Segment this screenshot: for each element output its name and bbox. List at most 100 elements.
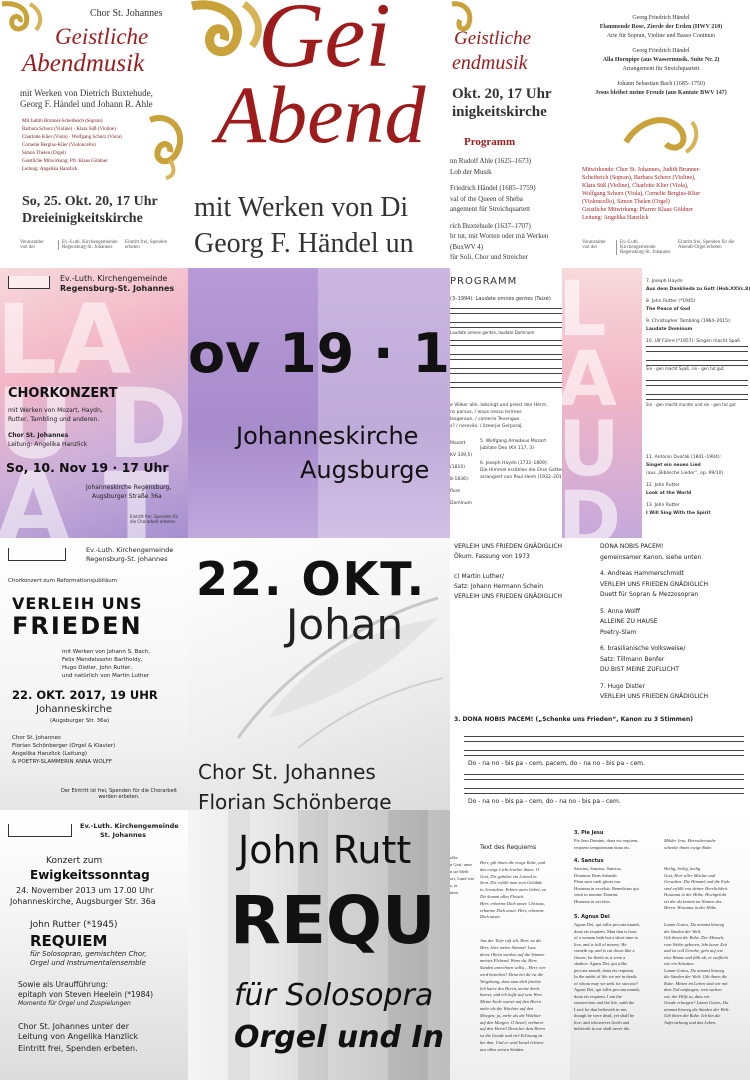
text-line: erbarme Dich unser. Herr, erbarme bbox=[480, 907, 544, 913]
text-line: Aus der Tiefe ruft ich, Herr, zu dir. bbox=[480, 938, 542, 943]
text-line: bei ihm. Und er wird Israel erlösen bbox=[480, 1039, 544, 1045]
poster-tile-program-zoom[interactable]: Geistliche endmusik Okt. 20, 17 Uhr inig… bbox=[450, 0, 570, 268]
venue-text: Johanneskirche bbox=[36, 704, 113, 715]
text-line: Gib ihnen die Ruhe. Der Mensch, bbox=[664, 935, 725, 940]
program-item: arrangiert von Paul Heim (1932–2016) bbox=[480, 475, 562, 480]
date-text: Okt. 20, 17 Uhr bbox=[452, 86, 552, 102]
choir-line-2: Leitung von Angelika Hanzlick bbox=[18, 1032, 139, 1041]
background-shape bbox=[318, 268, 450, 538]
poster-tile-requiem-latin[interactable]: 3. Pie Jesu Pie Jesu Domine, dona eis re… bbox=[570, 810, 750, 1080]
section-heading: 4. Sanctus bbox=[574, 858, 604, 864]
program-item: val of the Queen of Sheba bbox=[450, 194, 523, 203]
poster-tile-frieden-zoom[interactable]: 22. OKT. Johan Chor St. Johannes Florian… bbox=[188, 538, 450, 810]
text-line: Gewalten. Die Himmel und die Erde bbox=[664, 879, 730, 884]
person-line: Florian Schönberger (Orgel & Klavier) bbox=[12, 743, 116, 749]
text-line: meines Flehens! Wenn du, Herr, bbox=[480, 958, 538, 964]
fragment-line: n Gott, unse bbox=[450, 862, 472, 867]
program-items-2: 11. Antonín Dvořák (1841–1904): Singet ei… bbox=[646, 454, 723, 518]
text-line: Lamm Gottes, Du nimmst hinweg bbox=[664, 922, 725, 927]
footer-org: Ev.-Luth. Kirchengemeinde Regensburg-St.… bbox=[616, 240, 674, 255]
program-item: Mozart bbox=[450, 441, 466, 446]
performer-line: Simon Thelen (Orgel) bbox=[22, 151, 66, 156]
poster-tile-verleih-uns-frieden[interactable]: Ev.-Luth. Kirchengemeinde Regensburg-St.… bbox=[0, 538, 188, 810]
title-line-1: Geistliche bbox=[55, 24, 149, 49]
works-line: Georg F. Händel und Johann R. Ahle bbox=[20, 99, 153, 109]
left-items: Mozart KV 339,5) (1810) 8-1836): flore Dominu… bbox=[450, 438, 472, 510]
title-line-1: Geistliche bbox=[454, 28, 532, 49]
program-item: Jubilate Deo (KV 117, 3) bbox=[480, 446, 534, 451]
poster-tile-requiem[interactable]: Ev.-Luth. Kirchengemeinde St. Johannes K… bbox=[0, 810, 188, 1080]
subtitle: Chorkonzert zum Reformationsjubiläum bbox=[8, 578, 118, 584]
text-line: Milder Jesu, Herrscherstuhe bbox=[664, 838, 716, 843]
german-text-2: Heilig, heilig, heilig Gott, Herr aller M… bbox=[664, 866, 730, 912]
poster-tile-zoom-abendmusik[interactable]: Gei Abend mit Werken von Di Georg F. Hän… bbox=[188, 0, 450, 268]
program-heading: PROGRAMM bbox=[450, 276, 518, 287]
poster-tile-dona-nobis-pacem[interactable]: VERLEIH UNS FRIEDEN GNÄDIGLICH Ökum. Fass… bbox=[450, 538, 750, 810]
works-text: mit Werken von Johann S. Bach, Felix Mend… bbox=[62, 648, 150, 680]
epitaph-text: epitaph von Steven Heelein (*1984) bbox=[18, 990, 154, 999]
text-line: Agnus Dei, qui tollis peccata mundi, bbox=[574, 987, 640, 992]
program-line: Johann Sebastian Bach (1685–1750) bbox=[617, 81, 705, 87]
lyric-line-2: Sin - gen macht munter und sin - gen tut… bbox=[646, 402, 736, 407]
poster-tile-requiem-zoom[interactable]: John Rutt REQU für Solosopra Orgel und I… bbox=[188, 810, 450, 1080]
lyric-line-1: Sin - gen macht Spaß, sin - gen tut gut, bbox=[646, 366, 725, 371]
venue-line-1: Johanneskirche bbox=[236, 422, 419, 450]
program-line: gemeinsamer Kanon, siehe unten bbox=[600, 553, 702, 561]
program-item: (BuxWV 4) bbox=[450, 242, 484, 251]
text-line: Hosanna in excelsis. bbox=[574, 898, 611, 904]
venue-line-1: Johanneskirche Regensburg, bbox=[86, 484, 172, 491]
church-icon bbox=[8, 276, 50, 289]
program-line: Alla Hornpipe (aus Wassermusik, Suite Nr… bbox=[602, 57, 720, 63]
date-text: So, 10. Nov 19 · 17 Uhr bbox=[6, 460, 169, 475]
poster-tile-requiem-text[interactable]: olks n Gott, unse n sie bleib ort, Land wie… bbox=[450, 810, 570, 1080]
mitwirkende-text: Mitwirkende: Chor St. Johannes, Judith B… bbox=[582, 166, 700, 222]
text-line: Dir kommt alles Fleisch. bbox=[480, 893, 525, 899]
lyric-line-2: Do - na no - bis pa - cem, do - na no - … bbox=[468, 798, 621, 805]
program-items-1: 7. Joseph Haydn Aus dem Danklieda zu Gott… bbox=[646, 278, 750, 346]
program-line: Satz: Johann Hermann Schein bbox=[454, 583, 544, 590]
org-line-2: Regensburg-St. Johannes bbox=[86, 555, 168, 563]
performer-line: Cornelie Bergius-Klier (Violoncello) bbox=[22, 143, 96, 148]
footer-org: Ev.-Luth. Kirchengemeinde Regensburg-St.… bbox=[58, 240, 118, 250]
church-icon bbox=[8, 548, 66, 561]
work-title: REQUIEM bbox=[30, 932, 108, 950]
date-text: 24. November 2013 um 17.00 Uhr bbox=[16, 886, 154, 895]
title: Ewigkeitssonntag bbox=[30, 868, 150, 882]
text-line: In the midst of life we are in death: bbox=[574, 974, 638, 979]
gold-ornament bbox=[148, 115, 183, 180]
poster-tile-laudate-zoom[interactable]: ov 19 · 1 Johanneskirche Augsburge bbox=[188, 268, 450, 538]
poster-tile-laudate[interactable]: LAU DA TE Ev.-Luth. Kirchengemeinde Rege… bbox=[0, 268, 188, 538]
text-line: mehr als die Wächter auf den bbox=[480, 1005, 534, 1011]
org-line-2: Regensburg-St. Johannes bbox=[60, 284, 175, 293]
text-line: ist die Gnade und viel Erlösung ist bbox=[480, 1033, 543, 1039]
text-line: Herr, höre meine Stimme! Lass bbox=[480, 944, 536, 950]
text-line: Sünden anrechnen willst – Herr, wer bbox=[480, 965, 546, 971]
venue-line-2: Augsburge bbox=[300, 456, 430, 484]
footer-right: Eintritt frei, Spenden erbeten bbox=[125, 240, 168, 250]
poster-tile-program-laudate[interactable]: LAU DA TE 7. Joseph Haydn Aus dem Danklie… bbox=[562, 268, 750, 538]
choir-name: Chor St. Johannes bbox=[8, 432, 69, 439]
german-text-1: Milder Jesu, Herrscherstuhe schenke ihnen… bbox=[664, 838, 716, 851]
poster-tile-geistliche-abendmusik[interactable]: Chor St. Johannes Geistliche Abendmusik … bbox=[0, 0, 188, 268]
desc-line-2: Orgel und In bbox=[234, 1020, 444, 1055]
poster-tile-programm-sheet[interactable]: PROGRAMM (3–1994): Laudate omnes gentes … bbox=[450, 268, 562, 538]
program-line: 7. Hugo Distler bbox=[600, 682, 645, 690]
text-line: Dich unser. bbox=[480, 914, 501, 920]
fragment-line: nten. bbox=[450, 890, 459, 895]
concert-title: CHORKONZERT bbox=[8, 386, 118, 401]
text-line: das ewige Licht leuchte ihnen. O bbox=[480, 866, 539, 872]
work-description: für Solosopran, gemischten Chor, Orgel un… bbox=[30, 950, 147, 968]
program-line: Satz: Tillmann Benfer bbox=[600, 655, 665, 663]
text-line: though he were dead, yet shall he bbox=[574, 1013, 635, 1018]
heading: Konzert zum bbox=[46, 856, 103, 866]
text-line: und ist voll Unruhe, geht auf wie bbox=[664, 948, 724, 953]
poster-tile-program-page[interactable]: Georg Friedrich Händel Flammende Rose, Zi… bbox=[570, 0, 750, 268]
program-line: Poetry-Slam bbox=[600, 628, 637, 636]
fragment-line: ort, Land wie bbox=[450, 876, 475, 881]
fragment-line: n sie bleib bbox=[450, 869, 469, 874]
performer-line: Barbara Schorz (Violine) · Klara Süß (Vi… bbox=[22, 127, 116, 132]
text-line: Gott, Dir gebührt ein Lobied in bbox=[480, 873, 537, 879]
left-column: VERLEIH UNS FRIEDEN GNÄDIGLICH Ökum. Fass… bbox=[454, 542, 562, 602]
text-line: Agnus Dei, qui tollis peccata mundi, bbox=[574, 922, 640, 927]
gold-ornament bbox=[623, 117, 699, 154]
